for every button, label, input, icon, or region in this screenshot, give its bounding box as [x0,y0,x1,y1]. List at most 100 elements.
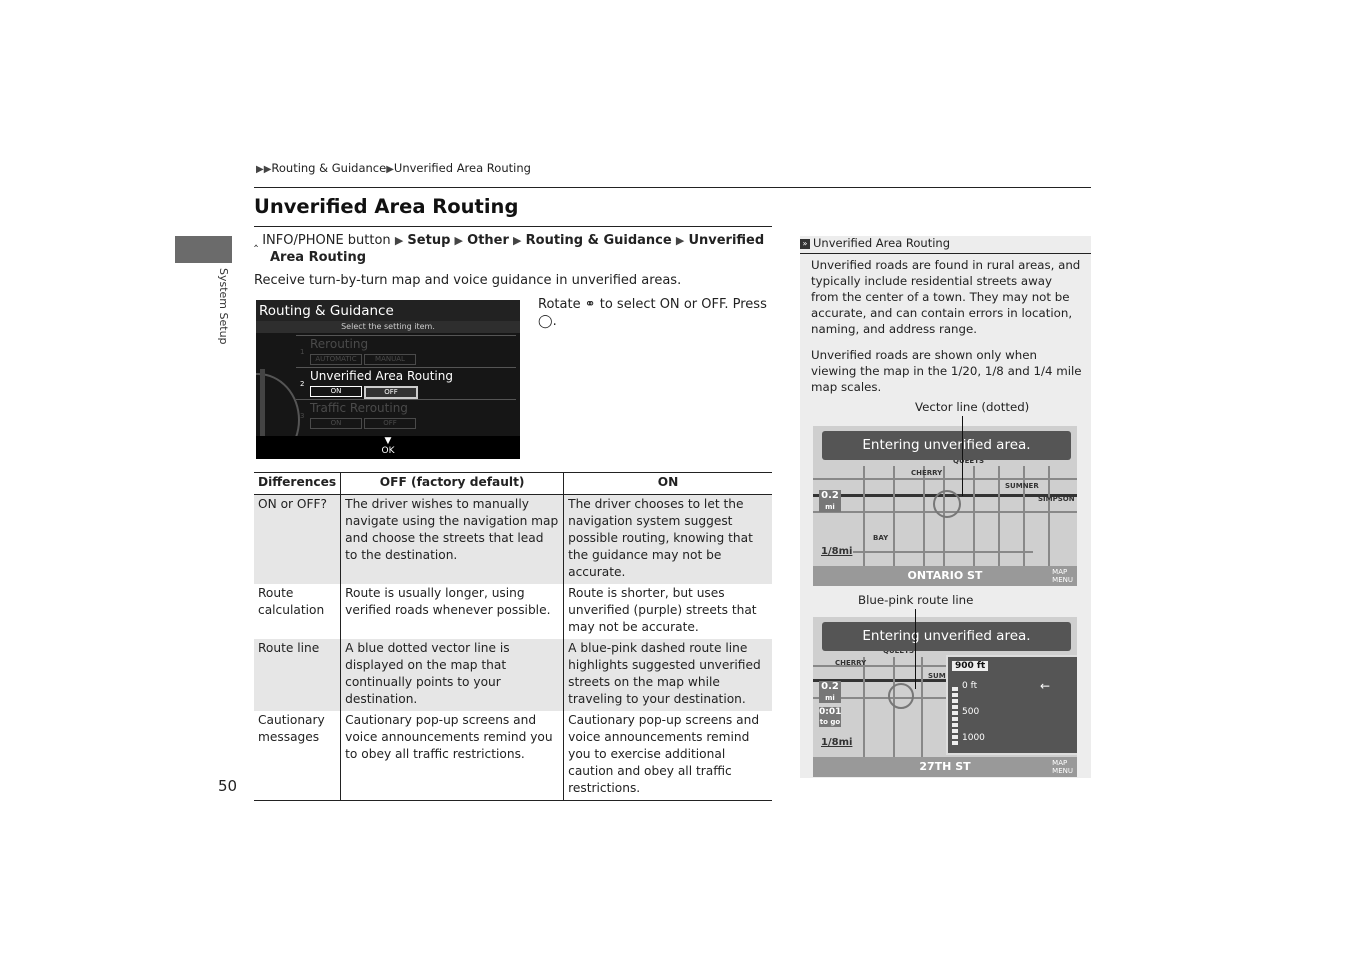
map-scale: 1/8mi [821,737,853,748]
vehicle-position-icon [933,490,961,518]
map-street-label: SIMPSON [1038,495,1075,503]
row-label: Cautionary messages [254,711,342,801]
section-tab-marker [175,236,232,263]
distance-readout: 0.2 mi [819,490,841,512]
item-number: 3 [300,412,305,420]
title-divider [254,226,772,227]
breadcrumb-separator-icon: ▶ [386,164,394,175]
junction-inset: 900 ft 0 ft 500 1000 ← [946,655,1077,755]
distance-bar [952,687,958,747]
path-separator-icon: ▶ [454,234,463,247]
on-cell: Cautionary pop-up screens and voice anno… [563,711,772,801]
route-arrow-icon: ← [1040,679,1051,693]
interface-dial-press-icon: ◯ [538,314,553,329]
on-cell: A blue-pink dashed route line highlights… [563,639,772,711]
instruction-text: Rotate ⚭ to select ON or OFF. Press ◯. [538,296,774,330]
callout-line [962,416,963,496]
differences-table: Differences OFF (factory default) ON ON … [254,472,772,801]
map-street-label: SUMNER [1005,482,1039,490]
row-label: Route calculation [254,584,342,639]
table-row: Cautionary messages Cautionary pop-up sc… [254,711,772,801]
option-button-selected: OFF [364,386,418,399]
breadcrumb-item[interactable]: Unverified Area Routing [394,161,531,175]
on-cell: Route is shorter, but uses unverified (p… [568,586,757,634]
option-button: OFF [364,418,416,429]
breadcrumb-item[interactable]: Routing & Guidance [271,161,386,175]
map-street-label: SUM [928,672,946,680]
item-label: Rerouting [310,337,369,351]
note-header: » Unverified Area Routing [800,236,1091,254]
unverified-area-banner: Entering unverified area. [822,622,1071,651]
interface-dial-rotate-icon: ⚭ [584,297,596,312]
inset-tick: 1000 [962,733,985,743]
section-tab-text: System Setup [217,268,230,345]
table-row: Route line A blue dotted vector line is … [254,639,772,711]
inset-tick: 0 ft [962,681,978,691]
path-step: Routing & Guidance [525,233,672,248]
map1-caption: Vector line (dotted) [915,400,1030,414]
note-title: Unverified Area Routing [813,236,950,250]
note-chevron-icon: » [800,238,810,249]
screen-item-rerouting: 1 Rerouting AUTOMATIC MANUAL [296,335,516,368]
path-step: Setup [407,233,451,248]
on-cell: The driver chooses to let the navigation… [563,494,772,584]
note-paragraph: Unverified roads are shown only when vie… [811,348,1082,394]
time-readout: 0:01 to go [819,707,842,727]
distance-readout: 0.2 mi [819,681,841,703]
instruction-rotate: Rotate [538,297,581,312]
instruction-end: . [552,314,557,329]
screen-title: Routing & Guidance [256,300,520,321]
map-menu-label: MAP MENU [1052,568,1073,584]
intro-text: Receive turn-by-turn map and voice guida… [254,273,682,288]
item-number: 2 [300,380,305,388]
row-label: ON or OFF? [254,494,342,584]
side-note: » Unverified Area Routing Unverified road… [800,236,1091,778]
table-row: Route calculation Route is usually longe… [254,584,772,639]
map-street-label: BAY [873,534,889,542]
callout-line [915,609,916,689]
off-cell: The driver wishes to manually navigate u… [340,494,565,584]
off-cell: A blue dotted vector line is displayed o… [340,639,565,711]
item-label: Traffic Rerouting [310,401,408,415]
breadcrumb-arrows-icon: ▶▶ [256,164,272,175]
instruction-press: . Press [724,297,767,312]
option-button: AUTOMATIC [310,354,362,365]
table-header: ON [563,472,772,495]
map2-caption: Blue-pink route line [858,593,974,607]
map-screenshot-vector: CHERRY QUEETS SUMNER SIMPSON BAY Enterin… [813,426,1077,586]
inset-tick: 500 [962,707,980,717]
map-menu-label: MAP MENU [1052,759,1073,775]
vehicle-position-icon [888,683,914,709]
screen-subtitle: Select the setting item. [256,321,520,333]
table-header: Differences [254,472,342,495]
current-street: ONTARIO ST [813,566,1077,586]
ok-label: OK [381,446,395,456]
item-label: Unverified Area Routing [310,369,453,383]
path-separator-icon: ▶ [394,234,404,247]
map-scale: 1/8mi [821,546,853,557]
instruction-mid: to select [599,297,656,312]
screen-item-traffic: 3 Traffic Rerouting ON OFF [296,399,516,432]
map-street-label: CHERRY [835,659,867,667]
path-start: INFO/PHONE button [262,233,391,248]
map-screenshot-route: CHERRY QUEETS SUM Entering unverified ar… [813,617,1077,777]
menu-path: ‸ INFO/PHONE button ▶ Setup ▶ Other ▶ Ro… [254,232,790,266]
nav-screen-screenshot: Routing & Guidance Select the setting it… [256,300,520,459]
unverified-area-banner: Entering unverified area. [822,431,1071,460]
info-phone-button-icon: ‸ [254,233,259,247]
screen-footer: ▼ OK [256,436,520,459]
section-tab-label: System Setup [212,268,232,348]
current-street: 27TH ST [813,757,1077,777]
header-divider [254,187,1091,188]
option-button: ON [310,418,362,429]
row-label: Route line [254,639,342,711]
map-street-label: CHERRY [911,469,943,477]
inset-distance: 900 ft [952,661,989,671]
table-row: ON or OFF? The driver wishes to manually… [254,494,772,584]
down-arrow-icon: ▼ [384,436,392,446]
off-cell: Route is usually longer, using verified … [340,584,565,639]
breadcrumb: ▶▶Routing & Guidance▶Unverified Area Rou… [256,161,531,175]
item-number: 1 [300,348,305,356]
page-number: 50 [218,777,238,795]
instruction-on: ON [659,297,680,312]
